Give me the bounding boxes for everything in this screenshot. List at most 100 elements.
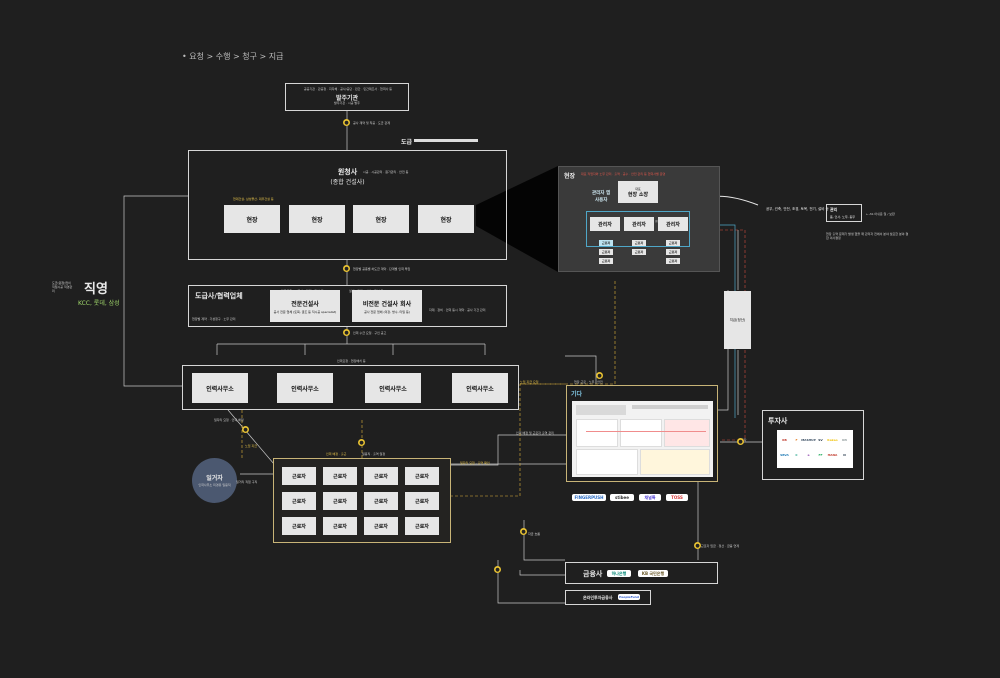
breadcrumb: • 요청 > 수행 > 청구 > 지급 [182, 52, 284, 61]
annotation-worker-sched: 일용직 · 출역 일정 [362, 452, 386, 456]
worker-cell: 근로자 [323, 467, 357, 485]
site-worker: 근로자 [599, 258, 613, 264]
daily-worker-sub: 인력사무소 미경유 일용직 [198, 483, 231, 487]
flow-marker: ● [343, 329, 350, 336]
worker-cell: 근로자 [405, 492, 439, 510]
gida-screenshot [572, 401, 713, 477]
annotation-labor: 인력 수급 요청 · 구인 공고 [353, 331, 387, 335]
worker-cell: 근로자 [405, 517, 439, 535]
gida-title: 기다 [571, 391, 583, 398]
bank-logo: 하나은행 [607, 570, 631, 577]
payroll-bar: 지급(정산) [724, 291, 751, 349]
specialist-builder: 전문건설사 공사 전문 업체 (토목, 골조 등 직시공 specialist) [270, 290, 340, 322]
investor-logo: a [807, 452, 810, 457]
flow-marker: ● [242, 426, 249, 433]
worker-cell: 근로자 [364, 467, 398, 485]
investors-title: 투자사 [768, 417, 788, 425]
site-worker: 근로자 [666, 249, 680, 255]
site-worker: 근로자 [632, 249, 646, 255]
right-flow-q1: ← AS 아쉬운 일 / 보완 [866, 212, 895, 216]
site-admin: 관리자 [658, 217, 688, 231]
worker-cell: 근로자 [364, 492, 398, 510]
investor-logo: D3 [842, 437, 847, 442]
dogeup-bar [414, 139, 478, 142]
site-zoom-note: 대표 작업자와 노무 관리 · 출역 · 공수 · 안전 관리 등 협력사별 운… [581, 172, 666, 176]
site-admin: 관리자 [590, 217, 620, 231]
gc-site: 현장 [224, 205, 280, 233]
partner-logo: 채널톡 [639, 494, 661, 501]
annotation-gida-req: 일자리 요청 · 출역 확인 [460, 461, 490, 465]
annotation-bank-flow: 자금 흐름 [528, 532, 540, 536]
annotation-contract: 공사 계약 및 착공 · 도급 관계 [353, 121, 391, 125]
labor-office: 인력사무소 [192, 373, 248, 403]
annotation-sub: 현장별 공종별 하도급 계약 · 단계별 인력 투입 [353, 267, 411, 271]
connector-lines [123, 110, 762, 604]
gc-site: 현장 [289, 205, 345, 233]
gc-title: 원청사 [337, 168, 358, 176]
gida-panel: 기다 [566, 385, 718, 482]
ordering-org-tag: 공공기관 · 관공청 · 지자체 · 공사/공단 · 민간 · 민간제조사 · … [303, 87, 393, 91]
investor-logo: Kakao [827, 437, 838, 442]
annotation-payroll: 노임 지급 [245, 444, 257, 448]
investor-logo: C [795, 452, 798, 457]
manager-app-sub: 사용자 [595, 198, 608, 203]
ordering-org-box: 공공기관 · 관공청 · 지자체 · 공사/공단 · 민간 · 민간제조사 · … [285, 83, 409, 111]
flow-marker: ● [596, 372, 603, 379]
subcontractor-box: 도급사/협력업체 전문공종 · 시공사 · 자재 · 장비 등 설비 · 전기 … [188, 285, 507, 327]
daily-worker-circle: 일거자 인력사무소 미경유 일용직 [192, 458, 237, 503]
investor-logo: F [795, 437, 798, 442]
online-finance-title: 온라인투자금융사 [583, 595, 613, 600]
flow-marker: ● [737, 438, 744, 445]
flow-marker: ● [694, 542, 701, 549]
partner-logo: FINGERPUSH [572, 494, 606, 501]
sub-right-note: 자재 · 장비 · 인력 동시 계약 · 공사 기간 관리 [429, 308, 486, 312]
annotation-gida-conn: 인력 배정 및 근로자 출역 관리 [516, 431, 554, 435]
site-admin: 관리자 [624, 217, 654, 231]
investor-logo: SBVA [780, 452, 789, 457]
site-head: 대표 현장 소장 [618, 181, 658, 203]
site-worker: 근로자 [666, 240, 680, 246]
management-title: 관리 [830, 207, 838, 212]
labor-office: 인력사무소 [277, 373, 333, 403]
flow-marker: ● [343, 265, 350, 272]
flow-marker: ● [343, 119, 350, 126]
flow-marker: ● [494, 566, 501, 573]
management-sub: 품, 인사, 노무, 총무 [830, 215, 856, 219]
gc-note: 시공 · 시공관리 · 원가관리 · 안전 등 [363, 170, 409, 174]
annotation-labor-ask: 일자리 요청 · 인력 배정 [214, 418, 244, 422]
nonspecialist-builder: 비전문 건설사 회사 공사 전문 업체 (미장, 방수, 타일 등) [352, 290, 422, 322]
direct-title: 직영 [84, 282, 108, 297]
site-worker: 근로자 [632, 240, 646, 246]
dogeup-label: 도급 [401, 139, 413, 146]
worker-cell: 근로자 [323, 517, 357, 535]
annotation-gida-pay: 노임 지급 요청 [520, 380, 539, 384]
investor-logo: HANA [827, 452, 838, 457]
online-finance-logo: PeopleFund [618, 594, 640, 600]
gc-site: 현장 [418, 205, 474, 233]
worker-cell: 근로자 [364, 517, 398, 535]
investor-logo: KB [782, 437, 787, 442]
annotation-daily-conn: 일거리 직접 구직 [236, 480, 258, 484]
bank-logo: KB 국민은행 [638, 570, 668, 577]
direct-brands: KCC, 롯데, 삼성 [78, 300, 120, 307]
management-box: 관리 품, 인사, 노무, 총무 [826, 204, 862, 222]
worker-cell: 근로자 [323, 492, 357, 510]
partner-logo: TOSS [666, 494, 688, 501]
nonspecialist-desc: 공사 전문 업체 (미장, 방수, 타일 등) [364, 309, 410, 314]
labor-office: 인력사무소 [452, 373, 508, 403]
annotation-gida-site: 현장 근로 · 노무 · 안전 [574, 380, 603, 384]
right-flow-tags: 공무, 건축, 안전, 조경, 토목, 전기, 설비 등 [766, 207, 829, 211]
site-worker: 근로자 [599, 240, 613, 246]
finance-title: 금융사 [583, 570, 603, 578]
site-zoom-title: 현장 [564, 173, 576, 180]
labor-office: 인력사무소 [365, 373, 421, 403]
gc-brands: 현대건설, 삼성물산, 대우건설 등 [233, 197, 274, 201]
flow-marker: ● [358, 439, 365, 446]
labor-header: 인력요청 · 현장배치 등 [337, 359, 366, 363]
gc-site: 현장 [353, 205, 409, 233]
worker-cell: 근로자 [282, 467, 316, 485]
annotation-dispatch: 인력 배정 · 출근 [326, 452, 347, 456]
worker-cell: 근로자 [405, 467, 439, 485]
annotation-finance: 근로자 임금 · 정산 · 금융 연계 [701, 544, 739, 548]
flow-marker: ● [520, 528, 527, 535]
